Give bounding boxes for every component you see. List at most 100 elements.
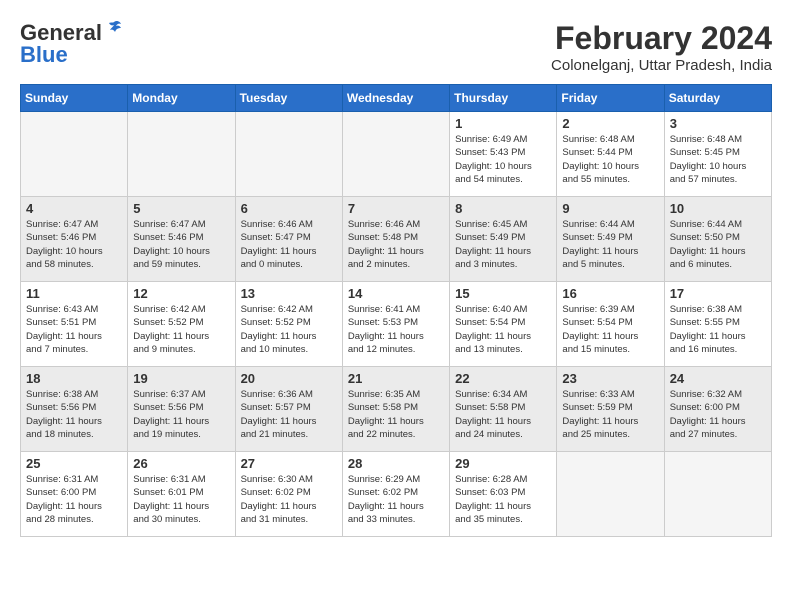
- calendar-cell: 6 Sunrise: 6:46 AM Sunset: 5:47 PM Daylig…: [235, 197, 342, 282]
- day-info: Sunrise: 6:34 AM Sunset: 5:58 PM Dayligh…: [455, 388, 551, 441]
- day-info: Sunrise: 6:44 AM Sunset: 5:49 PM Dayligh…: [562, 218, 658, 271]
- calendar-cell: 7Sunrise: 6:46 AM Sunset: 5:48 PM Daylig…: [342, 197, 449, 282]
- calendar-cell: 13 Sunrise: 6:42 AM Sunset: 5:52 PM Dayli…: [235, 282, 342, 367]
- calendar-cell: [128, 112, 235, 197]
- day-number: 19: [133, 371, 229, 386]
- day-info: Sunrise: 6:42 AM Sunset: 5:52 PM Dayligh…: [241, 303, 337, 356]
- month-title: February 2024: [551, 20, 772, 57]
- calendar-cell: 9 Sunrise: 6:44 AM Sunset: 5:49 PM Daylig…: [557, 197, 664, 282]
- day-number: 2: [562, 116, 658, 131]
- day-number: 12: [133, 286, 229, 301]
- day-info: Sunrise: 6:38 AM Sunset: 5:56 PM Dayligh…: [26, 388, 122, 441]
- day-header-tuesday: Tuesday: [235, 85, 342, 112]
- day-number: 18: [26, 371, 122, 386]
- day-number: 5: [133, 201, 229, 216]
- day-info: Sunrise: 6:48 AM Sunset: 5:44 PM Dayligh…: [562, 133, 658, 186]
- day-info: Sunrise: 6:45 AM Sunset: 5:49 PM Dayligh…: [455, 218, 551, 271]
- day-info: Sunrise: 6:44 AM Sunset: 5:50 PM Dayligh…: [670, 218, 766, 271]
- week-row-5: 25Sunrise: 6:31 AM Sunset: 6:00 PM Dayli…: [21, 452, 772, 537]
- calendar-cell: [235, 112, 342, 197]
- calendar-cell: 26 Sunrise: 6:31 AM Sunset: 6:01 PM Dayli…: [128, 452, 235, 537]
- day-number: 3: [670, 116, 766, 131]
- day-info: Sunrise: 6:41 AM Sunset: 5:53 PM Dayligh…: [348, 303, 444, 356]
- calendar-cell: 29Sunrise: 6:28 AM Sunset: 6:03 PM Dayli…: [450, 452, 557, 537]
- day-number: 10: [670, 201, 766, 216]
- title-section: February 2024 Colonelganj, Uttar Pradesh…: [551, 20, 772, 74]
- day-number: 6: [241, 201, 337, 216]
- day-info: Sunrise: 6:38 AM Sunset: 5:55 PM Dayligh…: [670, 303, 766, 356]
- day-number: 21: [348, 371, 444, 386]
- calendar-table: SundayMondayTuesdayWednesdayThursdayFrid…: [20, 84, 772, 537]
- calendar-cell: 3 Sunrise: 6:48 AM Sunset: 5:45 PM Daylig…: [664, 112, 771, 197]
- day-info: Sunrise: 6:31 AM Sunset: 6:01 PM Dayligh…: [133, 473, 229, 526]
- day-number: 27: [241, 456, 337, 471]
- calendar-cell: 17 Sunrise: 6:38 AM Sunset: 5:55 PM Dayli…: [664, 282, 771, 367]
- day-header-monday: Monday: [128, 85, 235, 112]
- day-number: 28: [348, 456, 444, 471]
- day-info: Sunrise: 6:47 AM Sunset: 5:46 PM Dayligh…: [133, 218, 229, 271]
- day-info: Sunrise: 6:39 AM Sunset: 5:54 PM Dayligh…: [562, 303, 658, 356]
- calendar-cell: 24Sunrise: 6:32 AM Sunset: 6:00 PM Dayli…: [664, 367, 771, 452]
- week-row-4: 18 Sunrise: 6:38 AM Sunset: 5:56 PM Dayli…: [21, 367, 772, 452]
- week-row-1: 1Sunrise: 6:49 AM Sunset: 5:43 PM Daylig…: [21, 112, 772, 197]
- day-info: Sunrise: 6:42 AM Sunset: 5:52 PM Dayligh…: [133, 303, 229, 356]
- calendar-cell: 25Sunrise: 6:31 AM Sunset: 6:00 PM Dayli…: [21, 452, 128, 537]
- day-info: Sunrise: 6:47 AM Sunset: 5:46 PM Dayligh…: [26, 218, 122, 271]
- day-info: Sunrise: 6:46 AM Sunset: 5:47 PM Dayligh…: [241, 218, 337, 271]
- day-number: 13: [241, 286, 337, 301]
- calendar-cell: 14 Sunrise: 6:41 AM Sunset: 5:53 PM Dayli…: [342, 282, 449, 367]
- calendar-cell: [21, 112, 128, 197]
- calendar-cell: [557, 452, 664, 537]
- day-info: Sunrise: 6:48 AM Sunset: 5:45 PM Dayligh…: [670, 133, 766, 186]
- calendar-cell: 20 Sunrise: 6:36 AM Sunset: 5:57 PM Dayli…: [235, 367, 342, 452]
- day-info: Sunrise: 6:29 AM Sunset: 6:02 PM Dayligh…: [348, 473, 444, 526]
- logo: General Blue: [20, 20, 124, 68]
- day-info: Sunrise: 6:37 AM Sunset: 5:56 PM Dayligh…: [133, 388, 229, 441]
- day-number: 8: [455, 201, 551, 216]
- day-number: 11: [26, 286, 122, 301]
- day-number: 26: [133, 456, 229, 471]
- day-info: Sunrise: 6:30 AM Sunset: 6:02 PM Dayligh…: [241, 473, 337, 526]
- page-header: General Blue February 2024 Colonelganj, …: [20, 20, 772, 74]
- day-headers-row: SundayMondayTuesdayWednesdayThursdayFrid…: [21, 85, 772, 112]
- day-info: Sunrise: 6:49 AM Sunset: 5:43 PM Dayligh…: [455, 133, 551, 186]
- day-number: 7: [348, 201, 444, 216]
- calendar-cell: 1Sunrise: 6:49 AM Sunset: 5:43 PM Daylig…: [450, 112, 557, 197]
- week-row-2: 4 Sunrise: 6:47 AM Sunset: 5:46 PM Daylig…: [21, 197, 772, 282]
- day-header-wednesday: Wednesday: [342, 85, 449, 112]
- day-number: 22: [455, 371, 551, 386]
- calendar-cell: 19 Sunrise: 6:37 AM Sunset: 5:56 PM Dayli…: [128, 367, 235, 452]
- calendar-cell: 4 Sunrise: 6:47 AM Sunset: 5:46 PM Daylig…: [21, 197, 128, 282]
- calendar-cell: 23 Sunrise: 6:33 AM Sunset: 5:59 PM Dayli…: [557, 367, 664, 452]
- day-header-thursday: Thursday: [450, 85, 557, 112]
- day-info: Sunrise: 6:31 AM Sunset: 6:00 PM Dayligh…: [26, 473, 122, 526]
- calendar-cell: 2 Sunrise: 6:48 AM Sunset: 5:44 PM Daylig…: [557, 112, 664, 197]
- calendar-cell: [664, 452, 771, 537]
- day-number: 24: [670, 371, 766, 386]
- logo-blue-text: Blue: [20, 42, 68, 68]
- day-number: 15: [455, 286, 551, 301]
- calendar-cell: 21 Sunrise: 6:35 AM Sunset: 5:58 PM Dayli…: [342, 367, 449, 452]
- calendar-cell: 12 Sunrise: 6:42 AM Sunset: 5:52 PM Dayli…: [128, 282, 235, 367]
- calendar-cell: 18 Sunrise: 6:38 AM Sunset: 5:56 PM Dayli…: [21, 367, 128, 452]
- day-number: 23: [562, 371, 658, 386]
- calendar-cell: 27 Sunrise: 6:30 AM Sunset: 6:02 PM Dayli…: [235, 452, 342, 537]
- day-info: Sunrise: 6:43 AM Sunset: 5:51 PM Dayligh…: [26, 303, 122, 356]
- day-number: 20: [241, 371, 337, 386]
- calendar-cell: 22 Sunrise: 6:34 AM Sunset: 5:58 PM Dayli…: [450, 367, 557, 452]
- day-header-saturday: Saturday: [664, 85, 771, 112]
- day-number: 29: [455, 456, 551, 471]
- day-header-friday: Friday: [557, 85, 664, 112]
- day-info: Sunrise: 6:33 AM Sunset: 5:59 PM Dayligh…: [562, 388, 658, 441]
- day-number: 4: [26, 201, 122, 216]
- calendar-cell: 28 Sunrise: 6:29 AM Sunset: 6:02 PM Dayli…: [342, 452, 449, 537]
- day-number: 16: [562, 286, 658, 301]
- calendar-cell: 16 Sunrise: 6:39 AM Sunset: 5:54 PM Dayli…: [557, 282, 664, 367]
- day-number: 9: [562, 201, 658, 216]
- day-info: Sunrise: 6:35 AM Sunset: 5:58 PM Dayligh…: [348, 388, 444, 441]
- calendar-cell: [342, 112, 449, 197]
- day-info: Sunrise: 6:36 AM Sunset: 5:57 PM Dayligh…: [241, 388, 337, 441]
- calendar-cell: 8 Sunrise: 6:45 AM Sunset: 5:49 PM Daylig…: [450, 197, 557, 282]
- day-number: 14: [348, 286, 444, 301]
- day-number: 17: [670, 286, 766, 301]
